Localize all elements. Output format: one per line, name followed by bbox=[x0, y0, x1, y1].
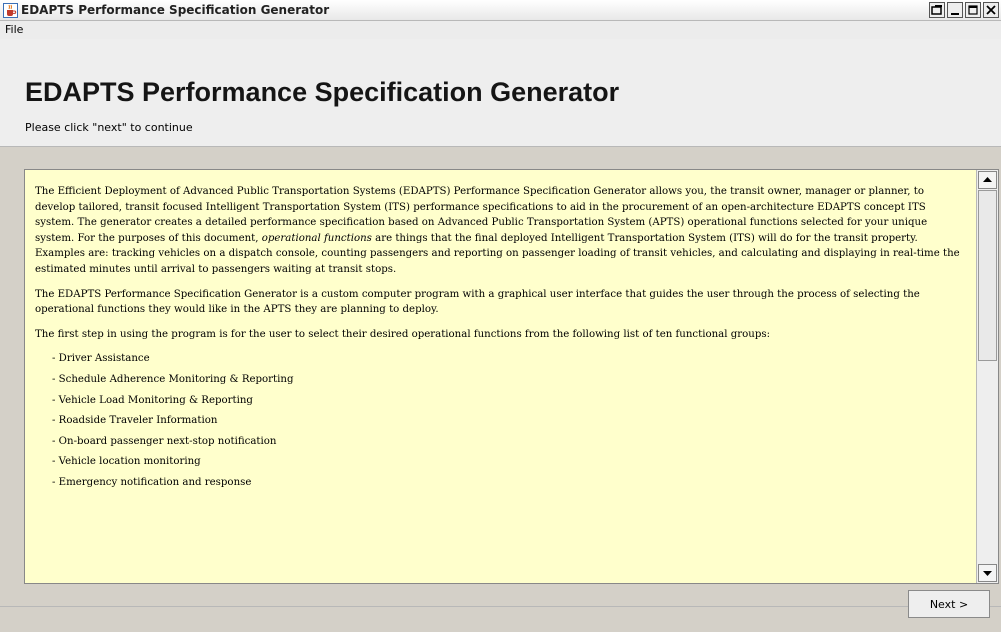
intro-paragraph-1: The Efficient Deployment of Advanced Pub… bbox=[35, 184, 966, 278]
intro-paragraph-2: The EDAPTS Performance Specification Gen… bbox=[35, 288, 920, 316]
intro-paragraph-3: The first step in using the program is f… bbox=[35, 328, 771, 340]
next-button[interactable]: Next > bbox=[908, 590, 990, 618]
window-title: EDAPTS Performance Specification Generat… bbox=[21, 3, 330, 17]
scroll-thumb[interactable] bbox=[978, 190, 997, 361]
scroll-up-button[interactable] bbox=[978, 171, 997, 189]
functional-groups-list: - Driver Assistance - Schedule Adherence… bbox=[35, 351, 966, 495]
list-item: - Roadside Traveler Information bbox=[52, 415, 218, 427]
list-item: - Driver Assistance bbox=[52, 353, 150, 365]
vertical-scrollbar[interactable] bbox=[976, 170, 998, 583]
page-title: EDAPTS Performance Specification Generat… bbox=[25, 77, 620, 107]
list-item: - Emergency notification and response bbox=[52, 476, 252, 488]
list-item: - On-board passenger next-stop notificat… bbox=[52, 435, 277, 447]
list-item: - Schedule Adherence Monitoring & Report… bbox=[52, 373, 294, 385]
maximize-icon[interactable] bbox=[965, 2, 981, 18]
arrow-down-icon bbox=[983, 571, 992, 576]
p1-emphasis-2: functions bbox=[324, 232, 372, 244]
menu-bar: File bbox=[0, 21, 1001, 39]
p1-emphasis-1: operational bbox=[261, 232, 321, 244]
page-subtitle: Please click "next" to continue bbox=[25, 121, 193, 134]
list-item: - Vehicle Load Monitoring & Reporting bbox=[52, 394, 253, 406]
list-item: - Vehicle location monitoring bbox=[52, 456, 201, 468]
title-bar: EDAPTS Performance Specification Generat… bbox=[0, 0, 1001, 21]
intro-text-area[interactable]: The Efficient Deployment of Advanced Pub… bbox=[24, 169, 999, 584]
restore-icon[interactable] bbox=[929, 2, 945, 18]
menu-file[interactable]: File bbox=[5, 23, 23, 36]
minimize-icon[interactable] bbox=[947, 2, 963, 18]
intro-document: The Efficient Deployment of Advanced Pub… bbox=[25, 170, 976, 583]
footer-divider bbox=[0, 606, 1001, 632]
java-cup-icon bbox=[3, 3, 18, 18]
header-panel: EDAPTS Performance Specification Generat… bbox=[0, 39, 1001, 147]
scroll-down-button[interactable] bbox=[978, 564, 997, 582]
arrow-up-icon bbox=[983, 177, 992, 182]
close-icon[interactable] bbox=[983, 2, 999, 18]
